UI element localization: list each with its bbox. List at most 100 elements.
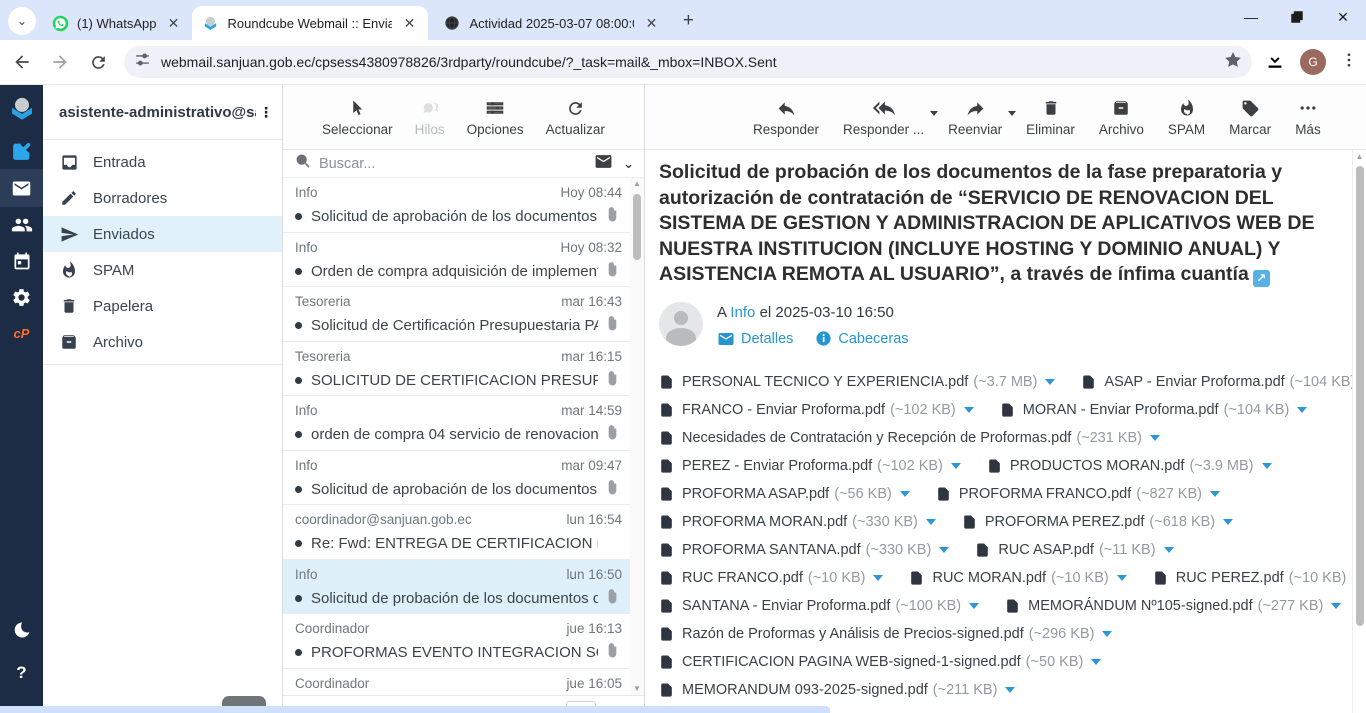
reader-toolbar-spam[interactable]: SPAM <box>1168 97 1205 137</box>
message-row[interactable]: InfoHoy 08:44 Solicitud de aprobación de… <box>283 178 630 233</box>
attachment-menu-caret-icon[interactable] <box>1223 519 1233 525</box>
tab-roundcube[interactable]: Roundcube Webmail :: Enviados ✕ <box>192 6 428 40</box>
attachment-menu-caret-icon[interactable] <box>926 519 936 525</box>
attachment-item[interactable]: MORAN - Enviar Proforma.pdf (~104 KB) <box>1000 401 1308 419</box>
reader-toolbar-eliminar[interactable]: Eliminar <box>1026 97 1075 137</box>
message-row[interactable]: Tesoreriamar 16:15 SOLICITUD DE CERTIFIC… <box>283 342 630 397</box>
attachment-menu-caret-icon[interactable] <box>1210 491 1220 497</box>
attachment-menu-caret-icon[interactable] <box>1297 407 1307 413</box>
tab-close-icon[interactable]: ✕ <box>642 14 660 32</box>
mail-icon[interactable] <box>0 169 43 207</box>
recipient-link[interactable]: Info <box>730 304 755 321</box>
attachment-menu-caret-icon[interactable] <box>1102 631 1112 637</box>
site-info-icon[interactable] <box>134 51 151 73</box>
sidebar-folder-enviados[interactable]: Enviados <box>43 216 282 252</box>
attachment-item[interactable]: Necesidades de Contratación y Recepción … <box>659 429 1160 447</box>
attachment-menu-caret-icon[interactable] <box>900 491 910 497</box>
reader-toolbar-archivo[interactable]: Archivo <box>1099 97 1144 137</box>
menu-dots-icon[interactable] <box>1340 51 1358 74</box>
attachment-item[interactable]: PRODUCTOS MORAN.pdf (~3.9 MB) <box>987 457 1272 475</box>
reader-toolbar-más[interactable]: Más <box>1295 97 1321 137</box>
message-row[interactable]: Infomar 14:59 orden de compra 04 servici… <box>283 396 630 451</box>
reader-scroll-thumb[interactable] <box>1356 166 1364 626</box>
reader-scrollbar[interactable]: ▲ <box>1352 150 1366 713</box>
restore-button[interactable] <box>1274 0 1320 34</box>
reader-toolbar-marcar[interactable]: Marcar <box>1229 97 1271 137</box>
attachment-item[interactable]: MEMORANDUM 093-2025-signed.pdf (~211 KB) <box>659 681 1015 699</box>
attachment-menu-caret-icon[interactable] <box>1150 435 1160 441</box>
attachment-item[interactable]: PROFORMA FRANCO.pdf (~827 KB) <box>936 485 1220 503</box>
attachment-item[interactable]: ASAP - Enviar Proforma.pdf (~104 KB) <box>1081 373 1352 391</box>
list-toolbar-seleccionar[interactable]: Seleccionar <box>322 97 393 137</box>
attachment-item[interactable]: RUC ASAP.pdf (~11 KB) <box>975 541 1173 559</box>
compose-icon[interactable] <box>0 133 43 169</box>
sidebar-folder-archivo[interactable]: Archivo <box>43 324 282 360</box>
attachment-menu-caret-icon[interactable] <box>1262 463 1272 469</box>
dropdown-caret-icon[interactable] <box>930 111 938 116</box>
attachment-item[interactable]: PROFORMA MORAN.pdf (~330 KB) <box>659 513 936 531</box>
attachment-item[interactable]: FRANCO - Enviar Proforma.pdf (~102 KB) <box>659 401 974 419</box>
list-scroll-thumb[interactable] <box>633 194 641 260</box>
attachment-item[interactable]: PEREZ - Enviar Proforma.pdf (~102 KB) <box>659 457 961 475</box>
chevron-down-icon[interactable]: ⌄ <box>623 156 634 172</box>
scroll-up-icon[interactable]: ▲ <box>630 178 644 190</box>
reader-toolbar-responder[interactable]: Responder ... <box>843 97 924 137</box>
details-toggle[interactable]: Detalles <box>717 330 793 348</box>
search-input[interactable] <box>319 156 594 172</box>
list-toolbar-hilos[interactable]: Hilos <box>415 97 445 137</box>
omnibox[interactable]: webmail.sanjuan.gob.ec/cpsess4380978826/… <box>124 46 1252 78</box>
attachment-item[interactable]: PROFORMA ASAP.pdf (~56 KB) <box>659 485 910 503</box>
message-row[interactable]: coordinador@sanjuan.gob.eclun 16:54 Re: … <box>283 505 630 560</box>
attachment-menu-caret-icon[interactable] <box>1045 379 1055 385</box>
message-row[interactable]: Infolun 16:50 Solicitud de probación de … <box>283 560 630 615</box>
roundcube-logo-icon[interactable] <box>0 85 43 133</box>
list-toolbar-opciones[interactable]: Opciones <box>467 97 524 137</box>
headers-toggle[interactable]: Cabeceras <box>815 330 908 347</box>
sidebar-folder-spam[interactable]: SPAM <box>43 252 282 288</box>
message-row[interactable]: Tesoreriamar 16:43 Solicitud de Certific… <box>283 287 630 342</box>
attachment-menu-caret-icon[interactable] <box>969 603 979 609</box>
back-icon[interactable] <box>6 46 38 78</box>
settings-gear-icon[interactable] <box>0 279 43 315</box>
attachment-menu-caret-icon[interactable] <box>939 547 949 553</box>
contacts-icon[interactable] <box>0 207 43 243</box>
attachment-item[interactable]: PROFORMA PEREZ.pdf (~618 KB) <box>962 513 1233 531</box>
attachment-menu-caret-icon[interactable] <box>873 575 883 581</box>
scroll-down-icon[interactable]: ▼ <box>630 683 644 695</box>
message-row[interactable]: InfoHoy 08:32 Orden de compra adquisició… <box>283 233 630 288</box>
tab-actividad[interactable]: Actividad 2025-03-07 08:00:00 ✕ <box>434 6 670 40</box>
tab-search-chevron-icon[interactable]: ⌄ <box>8 7 36 35</box>
profile-avatar[interactable]: G <box>1300 49 1326 75</box>
attachment-menu-caret-icon[interactable] <box>964 407 974 413</box>
message-row[interactable]: Coordinadorjue 16:13 PROFORMAS EVENTO IN… <box>283 614 630 669</box>
tab-close-icon[interactable]: ✕ <box>164 14 182 32</box>
dropdown-caret-icon[interactable] <box>1008 111 1016 116</box>
list-scrollbar[interactable]: ▲ ▼ <box>630 178 644 695</box>
dark-mode-moon-icon[interactable] <box>0 612 43 648</box>
attachment-menu-caret-icon[interactable] <box>1331 603 1341 609</box>
list-toolbar-actualizar[interactable]: Actualizar <box>546 97 605 137</box>
sidebar-folder-borradores[interactable]: Borradores <box>43 180 282 216</box>
attachment-item[interactable]: RUC PEREZ.pdf (~10 KB) <box>1153 569 1352 587</box>
new-tab-button[interactable]: + <box>674 7 702 35</box>
url-text[interactable]: webmail.sanjuan.gob.ec/cpsess4380978826/… <box>161 54 1224 70</box>
attachment-item[interactable]: PERSONAL TECNICO Y EXPERIENCIA.pdf (~3.7… <box>659 373 1055 391</box>
attachment-menu-caret-icon[interactable] <box>1091 659 1101 665</box>
minimize-button[interactable]: — <box>1228 0 1274 34</box>
tab-close-icon[interactable]: ✕ <box>400 14 418 32</box>
close-window-button[interactable]: ✕ <box>1320 0 1366 34</box>
attachment-item[interactable]: RUC FRANCO.pdf (~10 KB) <box>659 569 883 587</box>
cpanel-icon[interactable]: cP <box>0 315 43 351</box>
sidebar-folder-entrada[interactable]: Entrada <box>43 144 282 180</box>
attachment-item[interactable]: Razón de Proformas y Análisis de Precios… <box>659 625 1112 643</box>
forward-icon[interactable] <box>44 46 76 78</box>
refresh-icon[interactable] <box>82 46 114 78</box>
external-link-icon[interactable]: ↗ <box>1253 270 1270 287</box>
attachment-menu-caret-icon[interactable] <box>951 463 961 469</box>
account-menu-dots-icon[interactable]: ⋮ <box>256 104 276 121</box>
message-row[interactable]: Coordinadorjue 16:05 <box>283 669 630 696</box>
attachment-item[interactable]: MEMORÁNDUM Nº105-signed.pdf (~277 KB) <box>1005 597 1341 615</box>
reader-toolbar-responder[interactable]: Responder <box>753 97 819 137</box>
tab-whatsapp[interactable]: (1) WhatsApp ✕ <box>42 6 192 40</box>
attachment-menu-caret-icon[interactable] <box>1164 547 1174 553</box>
